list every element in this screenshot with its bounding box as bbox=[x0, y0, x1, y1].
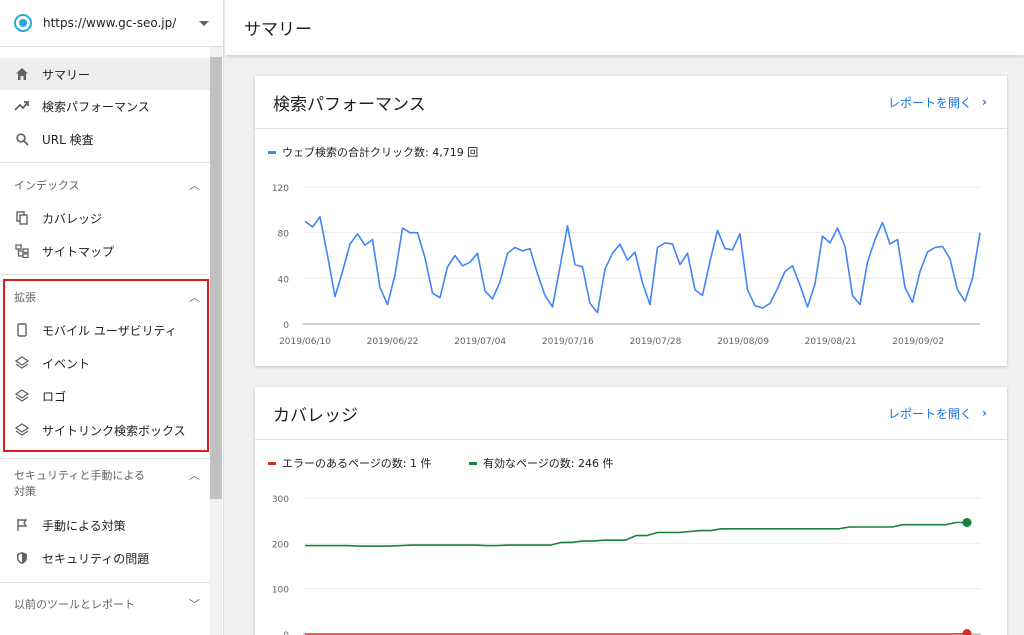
divider bbox=[0, 458, 210, 459]
y-tick-label: 80 bbox=[278, 230, 290, 240]
series-endpoint bbox=[962, 517, 972, 527]
sidebar-item-label: 手動による対策 bbox=[42, 518, 126, 533]
divider bbox=[0, 582, 210, 583]
card-title: 検索パフォーマンス bbox=[273, 94, 426, 115]
shield-icon bbox=[14, 550, 30, 566]
copy-icon bbox=[14, 210, 30, 226]
chevron-right-icon: › bbox=[982, 95, 987, 109]
open-report-label: レポートを開く bbox=[888, 406, 973, 421]
open-report-link[interactable]: レポートを開く › bbox=[888, 405, 987, 422]
y-tick-label: 300 bbox=[272, 495, 289, 505]
x-tick-label: 2019/07/04 bbox=[454, 337, 506, 347]
x-tick-label: 2019/06/22 bbox=[367, 337, 419, 347]
card-header: カバレッジ レポートを開く › bbox=[255, 387, 1007, 440]
x-tick-label: 2019/09/02 bbox=[892, 337, 944, 347]
section-security-header[interactable]: セキュリティと手動による対策 ︿ bbox=[14, 468, 200, 500]
open-report-link[interactable]: レポートを開く › bbox=[888, 94, 987, 111]
chart-legend-error[interactable]: エラーのあるページの数: 1 件 bbox=[268, 455, 431, 471]
sidebar-item-sitemaps[interactable]: サイトマップ bbox=[0, 235, 210, 267]
sidebar-item-manual-actions[interactable]: 手動による対策 bbox=[0, 509, 210, 541]
sidebar-item-label: 検索パフォーマンス bbox=[42, 99, 150, 114]
series-endpoint bbox=[962, 629, 972, 635]
x-tick-label: 2019/07/28 bbox=[629, 337, 681, 347]
section-index-header[interactable]: インデックス ︿ bbox=[14, 178, 200, 194]
divider bbox=[0, 274, 210, 275]
sidebar-item-url-inspection[interactable]: URL 検査 bbox=[0, 123, 210, 155]
card-title: カバレッジ bbox=[273, 405, 358, 426]
sidebar-item-coverage[interactable]: カバレッジ bbox=[0, 202, 210, 234]
section-title: セキュリティと手動による対策 bbox=[14, 469, 146, 498]
top-bar: サマリー bbox=[225, 0, 1024, 55]
sidebar-item-label: URL 検査 bbox=[42, 132, 94, 147]
chart-legend[interactable]: ウェブ検索の合計クリック数: 4,719 回 bbox=[268, 144, 478, 160]
y-tick-label: 120 bbox=[272, 184, 289, 194]
x-tick-label: 2019/08/21 bbox=[805, 337, 857, 347]
sidebar-item-label: サマリー bbox=[42, 67, 91, 82]
sitemap-icon bbox=[14, 243, 30, 259]
sidebar-item-label: カバレッジ bbox=[42, 211, 103, 226]
sidebar-item-performance[interactable]: 検索パフォーマンス bbox=[0, 90, 210, 122]
chevron-down-icon: ﹀ bbox=[189, 598, 200, 611]
divider bbox=[0, 162, 210, 163]
open-report-label: レポートを開く bbox=[888, 95, 973, 110]
y-tick-label: 0 bbox=[283, 321, 289, 331]
series-line-error bbox=[305, 632, 968, 635]
sidebar-item-security-issues[interactable]: セキュリティの問題 bbox=[0, 542, 210, 574]
performance-card: 検索パフォーマンス レポートを開く › ウェブ検索の合計クリック数: 4,719… bbox=[255, 76, 1007, 366]
search-icon bbox=[14, 131, 30, 147]
chart-legend-valid[interactable]: 有効なページの数: 246 件 bbox=[469, 455, 613, 471]
legend-label: ウェブ検索の合計クリック数: 4,719 回 bbox=[282, 146, 479, 159]
property-selector[interactable]: https://www.gc-seo.jp/ bbox=[0, 0, 223, 47]
x-tick-label: 2019/07/16 bbox=[542, 337, 594, 347]
y-tick-label: 100 bbox=[272, 586, 289, 596]
section-title: 以前のツールとレポート bbox=[14, 598, 135, 611]
chevron-right-icon: › bbox=[982, 406, 987, 420]
sidebar: https://www.gc-seo.jp/ サマリー 検索パフォーマンス UR… bbox=[0, 0, 224, 635]
flag-icon bbox=[14, 517, 30, 533]
y-tick-label: 0 bbox=[283, 631, 289, 635]
x-tick-label: 2019/06/10 bbox=[279, 337, 331, 347]
property-url: https://www.gc-seo.jp/ bbox=[43, 16, 177, 30]
legend-label: エラーのあるページの数: 1 件 bbox=[282, 457, 432, 470]
highlight-box bbox=[3, 279, 209, 452]
legend-swatch bbox=[268, 150, 276, 154]
card-header: 検索パフォーマンス レポートを開く › bbox=[255, 76, 1007, 129]
scrollbar-thumb[interactable] bbox=[210, 57, 222, 499]
sidebar-item-summary[interactable]: サマリー bbox=[0, 58, 210, 90]
coverage-card: カバレッジ レポートを開く › エラーのあるページの数: 1 件 有効なページの… bbox=[255, 387, 1007, 635]
caret-down-icon bbox=[199, 20, 209, 26]
series-line-clicks bbox=[304, 215, 981, 314]
section-title: インデックス bbox=[14, 179, 80, 192]
sidebar-item-label: セキュリティの問題 bbox=[42, 551, 150, 566]
chevron-up-icon: ︿ bbox=[189, 179, 200, 192]
chevron-up-icon: ︿ bbox=[189, 469, 200, 482]
y-tick-label: 200 bbox=[272, 540, 289, 550]
legend-label: 有効なページの数: 246 件 bbox=[483, 457, 614, 470]
y-tick-label: 40 bbox=[278, 275, 290, 285]
page-title: サマリー bbox=[244, 20, 312, 40]
home-icon bbox=[14, 66, 30, 82]
legend-swatch bbox=[469, 461, 477, 465]
sidebar-item-label: サイトマップ bbox=[42, 244, 115, 259]
legend-swatch bbox=[268, 461, 276, 465]
x-tick-label: 2019/08/09 bbox=[717, 337, 769, 347]
property-icon bbox=[14, 14, 32, 32]
trending-up-icon bbox=[14, 98, 30, 114]
series-line-valid bbox=[305, 521, 967, 547]
section-legacy-header[interactable]: 以前のツールとレポート ﹀ bbox=[14, 597, 200, 613]
